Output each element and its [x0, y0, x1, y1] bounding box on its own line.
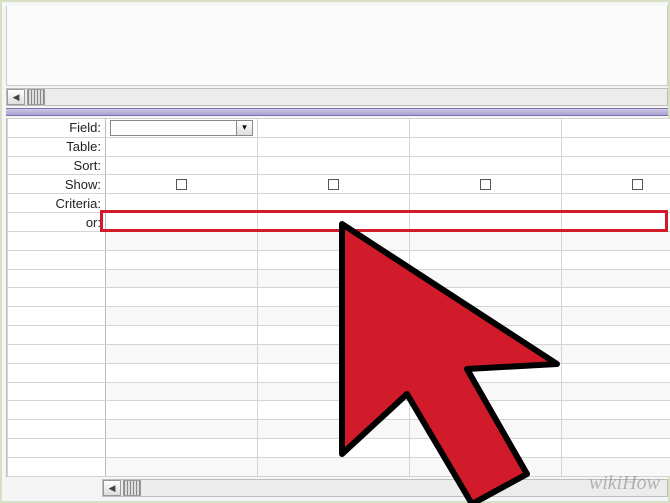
or-row-label: or: — [8, 213, 106, 232]
design-grid-table: Field: ▾ Table: — [7, 118, 670, 477]
scroll-left-icon: ◀ — [109, 483, 116, 494]
show-cell-0[interactable] — [106, 175, 258, 194]
sort-cell-2[interactable] — [410, 156, 562, 175]
scroll-thumb[interactable] — [27, 89, 45, 105]
show-cell-2[interactable] — [410, 175, 562, 194]
scroll-left-icon: ◀ — [13, 92, 20, 103]
field-cell-3[interactable] — [562, 119, 670, 138]
field-row-label: Field: — [8, 119, 106, 138]
or-cell-3[interactable] — [562, 213, 670, 232]
field-cell-2[interactable] — [410, 119, 562, 138]
tables-pane[interactable] — [6, 6, 668, 86]
show-row: Show: — [8, 175, 670, 194]
criteria-row: Criteria: — [8, 194, 670, 213]
criteria-row-label: Criteria: — [8, 194, 106, 213]
scroll-left-button[interactable]: ◀ — [7, 89, 25, 105]
upper-horizontal-scrollbar[interactable]: ◀ — [6, 88, 668, 106]
table-cell-3[interactable] — [562, 137, 670, 156]
pane-splitter[interactable] — [6, 108, 668, 116]
or-cell-1[interactable] — [258, 213, 410, 232]
scroll-left-button-lower[interactable]: ◀ — [103, 480, 121, 496]
table-cell-2[interactable] — [410, 137, 562, 156]
table-row-label: Table: — [8, 137, 106, 156]
query-design-grid: Field: ▾ Table: — [6, 118, 668, 477]
show-cell-1[interactable] — [258, 175, 410, 194]
sort-cell-1[interactable] — [258, 156, 410, 175]
show-row-label: Show: — [8, 175, 106, 194]
show-checkbox-2[interactable] — [480, 179, 491, 190]
show-cell-3[interactable] — [562, 175, 670, 194]
sort-cell-0[interactable] — [106, 156, 258, 175]
field-dropdown[interactable]: ▾ — [110, 120, 253, 136]
or-cell-2[interactable] — [410, 213, 562, 232]
scroll-thumb-lower[interactable] — [123, 480, 141, 496]
sort-row-label: Sort: — [8, 156, 106, 175]
show-checkbox-3[interactable] — [632, 179, 643, 190]
field-cell-0[interactable]: ▾ — [106, 119, 258, 138]
criteria-cell-0[interactable] — [106, 194, 258, 213]
chevron-down-icon[interactable]: ▾ — [236, 121, 252, 135]
table-row: Table: — [8, 137, 670, 156]
sort-row: Sort: — [8, 156, 670, 175]
criteria-cell-3[interactable] — [562, 194, 670, 213]
sort-cell-3[interactable] — [562, 156, 670, 175]
field-cell-1[interactable] — [258, 119, 410, 138]
lower-horizontal-scrollbar[interactable]: ◀ — [102, 479, 668, 497]
or-cell-0[interactable] — [106, 213, 258, 232]
query-design-window: ◀ Field: ▾ — [0, 0, 670, 503]
or-row: or: — [8, 213, 670, 232]
show-checkbox-0[interactable] — [176, 179, 187, 190]
table-cell-1[interactable] — [258, 137, 410, 156]
show-checkbox-1[interactable] — [328, 179, 339, 190]
table-cell-0[interactable] — [106, 137, 258, 156]
criteria-cell-2[interactable] — [410, 194, 562, 213]
criteria-cell-1[interactable] — [258, 194, 410, 213]
field-row: Field: ▾ — [8, 119, 670, 138]
